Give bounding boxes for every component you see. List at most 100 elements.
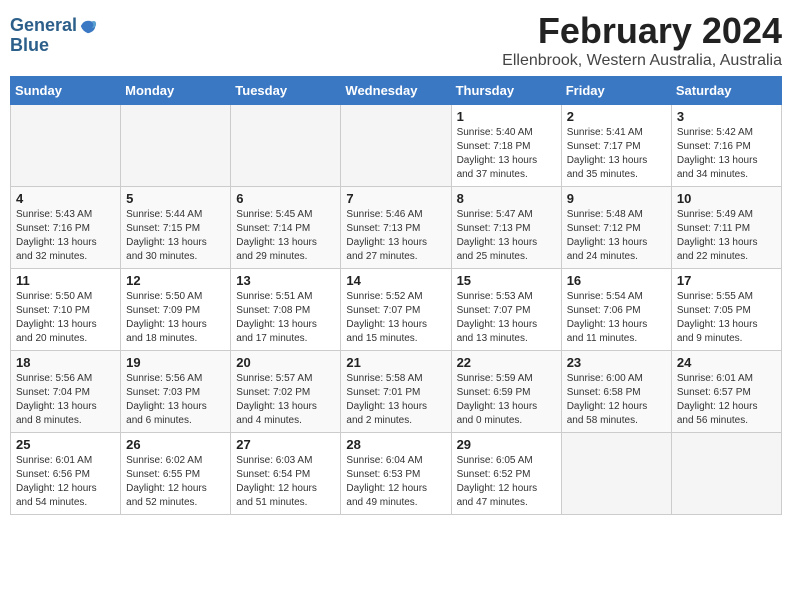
day-number: 22 [457, 355, 556, 370]
calendar-title: February 2024 [502, 10, 782, 52]
week-row-1: 1 Sunrise: 5:40 AM Sunset: 7:18 PM Daylig… [11, 105, 782, 187]
title-block: February 2024 Ellenbrook, Western Austra… [502, 10, 782, 70]
day-cell: 3 Sunrise: 5:42 AM Sunset: 7:16 PM Daylig… [671, 105, 781, 187]
day-number: 3 [677, 109, 776, 124]
day-number: 10 [677, 191, 776, 206]
day-detail: Sunrise: 6:02 AM Sunset: 6:55 PM Dayligh… [126, 454, 225, 510]
day-cell: 29 Sunrise: 6:05 AM Sunset: 6:52 PM Dayli… [451, 433, 561, 515]
logo-text-line1: General [10, 16, 77, 36]
day-detail: Sunrise: 5:41 AM Sunset: 7:17 PM Dayligh… [567, 126, 666, 182]
day-cell: 13 Sunrise: 5:51 AM Sunset: 7:08 PM Dayli… [231, 269, 341, 351]
day-detail: Sunrise: 5:52 AM Sunset: 7:07 PM Dayligh… [346, 290, 445, 346]
day-cell: 7Sunrise: 5:46 AM Sunset: 7:13 PM Daylig… [341, 187, 451, 269]
day-cell [671, 433, 781, 515]
week-row-3: 11Sunrise: 5:50 AM Sunset: 7:10 PM Dayli… [11, 269, 782, 351]
day-detail: Sunrise: 6:00 AM Sunset: 6:58 PM Dayligh… [567, 372, 666, 428]
day-detail: Sunrise: 5:49 AM Sunset: 7:11 PM Dayligh… [677, 208, 776, 264]
day-number: 19 [126, 355, 225, 370]
day-number: 24 [677, 355, 776, 370]
day-detail: Sunrise: 6:04 AM Sunset: 6:53 PM Dayligh… [346, 454, 445, 510]
day-header-tuesday: Tuesday [231, 77, 341, 105]
day-cell: 23Sunrise: 6:00 AM Sunset: 6:58 PM Dayli… [561, 351, 671, 433]
day-cell [121, 105, 231, 187]
day-cell: 10 Sunrise: 5:49 AM Sunset: 7:11 PM Dayli… [671, 187, 781, 269]
day-cell: 9 Sunrise: 5:48 AM Sunset: 7:12 PM Daylig… [561, 187, 671, 269]
day-number: 6 [236, 191, 335, 206]
week-row-5: 25Sunrise: 6:01 AM Sunset: 6:56 PM Dayli… [11, 433, 782, 515]
day-detail: Sunrise: 5:50 AM Sunset: 7:10 PM Dayligh… [16, 290, 115, 346]
day-detail: Sunrise: 5:55 AM Sunset: 7:05 PM Dayligh… [677, 290, 776, 346]
day-detail: Sunrise: 6:01 AM Sunset: 6:57 PM Dayligh… [677, 372, 776, 428]
day-cell: 27 Sunrise: 6:03 AM Sunset: 6:54 PM Dayli… [231, 433, 341, 515]
day-header-thursday: Thursday [451, 77, 561, 105]
day-number: 15 [457, 273, 556, 288]
logo: General Blue [10, 16, 97, 56]
day-number: 27 [236, 437, 335, 452]
day-cell [231, 105, 341, 187]
day-detail: Sunrise: 5:57 AM Sunset: 7:02 PM Dayligh… [236, 372, 335, 428]
day-detail: Sunrise: 5:54 AM Sunset: 7:06 PM Dayligh… [567, 290, 666, 346]
logo-text-line2: Blue [10, 36, 97, 56]
week-row-4: 18Sunrise: 5:56 AM Sunset: 7:04 PM Dayli… [11, 351, 782, 433]
day-cell: 15 Sunrise: 5:53 AM Sunset: 7:07 PM Dayli… [451, 269, 561, 351]
day-cell: 14 Sunrise: 5:52 AM Sunset: 7:07 PM Dayli… [341, 269, 451, 351]
day-header-saturday: Saturday [671, 77, 781, 105]
day-detail: Sunrise: 6:01 AM Sunset: 6:56 PM Dayligh… [16, 454, 115, 510]
day-number: 13 [236, 273, 335, 288]
day-cell: 8 Sunrise: 5:47 AM Sunset: 7:13 PM Daylig… [451, 187, 561, 269]
day-cell [561, 433, 671, 515]
day-cell [11, 105, 121, 187]
week-row-2: 4 Sunrise: 5:43 AM Sunset: 7:16 PM Daylig… [11, 187, 782, 269]
day-header-sunday: Sunday [11, 77, 121, 105]
day-detail: Sunrise: 5:42 AM Sunset: 7:16 PM Dayligh… [677, 126, 776, 182]
day-number: 9 [567, 191, 666, 206]
days-header-row: SundayMondayTuesdayWednesdayThursdayFrid… [11, 77, 782, 105]
day-detail: Sunrise: 5:58 AM Sunset: 7:01 PM Dayligh… [346, 372, 445, 428]
day-cell: 12Sunrise: 5:50 AM Sunset: 7:09 PM Dayli… [121, 269, 231, 351]
calendar-subtitle: Ellenbrook, Western Australia, Australia [502, 52, 782, 70]
day-cell: 16 Sunrise: 5:54 AM Sunset: 7:06 PM Dayli… [561, 269, 671, 351]
day-detail: Sunrise: 5:48 AM Sunset: 7:12 PM Dayligh… [567, 208, 666, 264]
day-detail: Sunrise: 6:03 AM Sunset: 6:54 PM Dayligh… [236, 454, 335, 510]
day-cell: 11Sunrise: 5:50 AM Sunset: 7:10 PM Dayli… [11, 269, 121, 351]
day-cell: 1 Sunrise: 5:40 AM Sunset: 7:18 PM Daylig… [451, 105, 561, 187]
day-number: 21 [346, 355, 445, 370]
day-detail: Sunrise: 5:44 AM Sunset: 7:15 PM Dayligh… [126, 208, 225, 264]
day-cell: 6 Sunrise: 5:45 AM Sunset: 7:14 PM Daylig… [231, 187, 341, 269]
day-cell [341, 105, 451, 187]
day-detail: Sunrise: 5:51 AM Sunset: 7:08 PM Dayligh… [236, 290, 335, 346]
day-header-wednesday: Wednesday [341, 77, 451, 105]
day-cell: 18Sunrise: 5:56 AM Sunset: 7:04 PM Dayli… [11, 351, 121, 433]
day-detail: Sunrise: 6:05 AM Sunset: 6:52 PM Dayligh… [457, 454, 556, 510]
day-detail: Sunrise: 5:56 AM Sunset: 7:03 PM Dayligh… [126, 372, 225, 428]
day-detail: Sunrise: 5:59 AM Sunset: 6:59 PM Dayligh… [457, 372, 556, 428]
day-detail: Sunrise: 5:53 AM Sunset: 7:07 PM Dayligh… [457, 290, 556, 346]
day-number: 8 [457, 191, 556, 206]
day-detail: Sunrise: 5:45 AM Sunset: 7:14 PM Dayligh… [236, 208, 335, 264]
day-cell: 5 Sunrise: 5:44 AM Sunset: 7:15 PM Daylig… [121, 187, 231, 269]
day-detail: Sunrise: 5:40 AM Sunset: 7:18 PM Dayligh… [457, 126, 556, 182]
day-number: 28 [346, 437, 445, 452]
day-cell: 20 Sunrise: 5:57 AM Sunset: 7:02 PM Dayli… [231, 351, 341, 433]
day-header-monday: Monday [121, 77, 231, 105]
day-number: 18 [16, 355, 115, 370]
header: General Blue February 2024 Ellenbrook, W… [10, 10, 782, 70]
day-detail: Sunrise: 5:43 AM Sunset: 7:16 PM Dayligh… [16, 208, 115, 264]
day-cell: 26Sunrise: 6:02 AM Sunset: 6:55 PM Dayli… [121, 433, 231, 515]
day-cell: 22 Sunrise: 5:59 AM Sunset: 6:59 PM Dayli… [451, 351, 561, 433]
day-number: 20 [236, 355, 335, 370]
day-header-friday: Friday [561, 77, 671, 105]
day-number: 29 [457, 437, 556, 452]
day-number: 16 [567, 273, 666, 288]
day-detail: Sunrise: 5:47 AM Sunset: 7:13 PM Dayligh… [457, 208, 556, 264]
day-number: 5 [126, 191, 225, 206]
day-number: 2 [567, 109, 666, 124]
day-number: 12 [126, 273, 225, 288]
day-cell: 17 Sunrise: 5:55 AM Sunset: 7:05 PM Dayli… [671, 269, 781, 351]
day-number: 7 [346, 191, 445, 206]
day-number: 17 [677, 273, 776, 288]
day-number: 4 [16, 191, 115, 206]
day-cell: 24 Sunrise: 6:01 AM Sunset: 6:57 PM Dayli… [671, 351, 781, 433]
day-number: 14 [346, 273, 445, 288]
day-number: 1 [457, 109, 556, 124]
